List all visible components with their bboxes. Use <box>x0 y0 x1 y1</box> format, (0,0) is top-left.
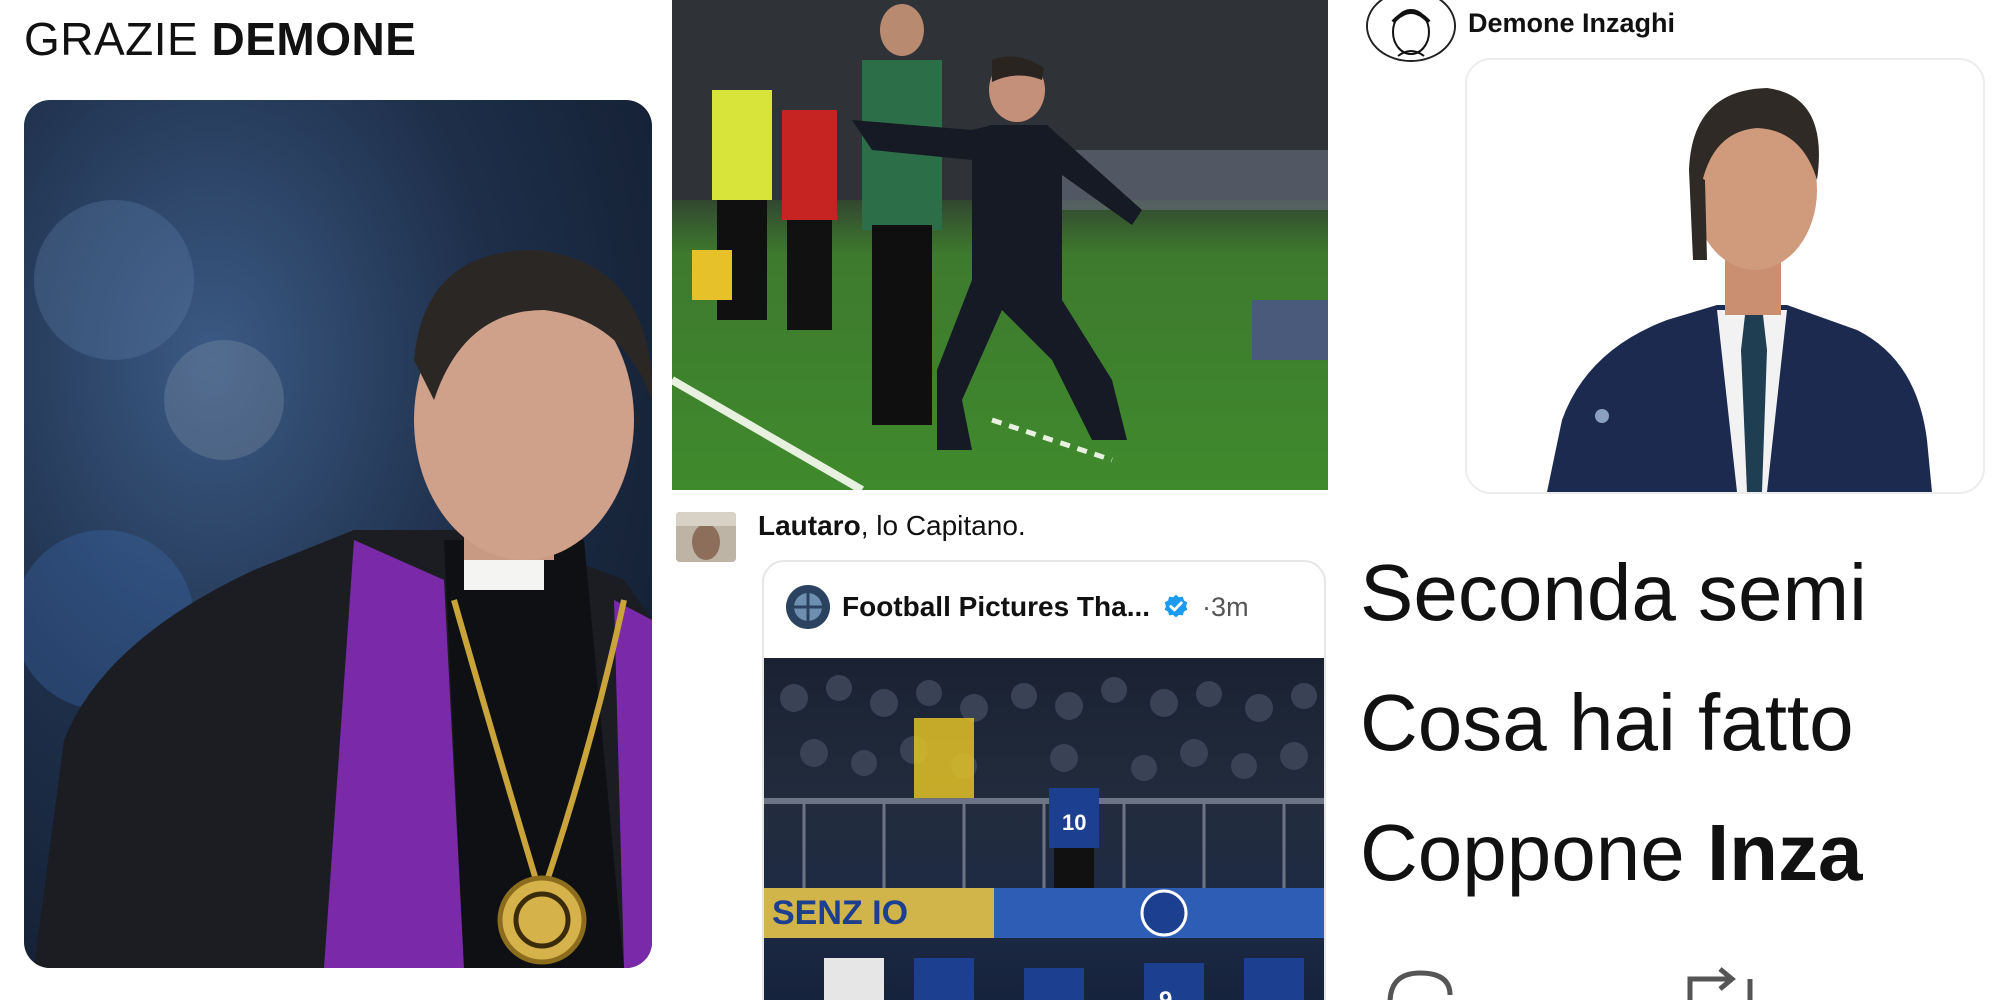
celebration-photo[interactable]: 10 SENZ IO 9 <box>764 658 1324 1000</box>
time-value: 3m <box>1211 591 1249 622</box>
lautaro-post-text: Lautaro, lo Capitano. <box>758 510 1026 542</box>
headline-bold: DEMONE <box>211 13 417 65</box>
text-line-3: Coppone Inza <box>1360 808 1863 897</box>
inzaghi-photo <box>1467 60 1983 492</box>
sideline-photo[interactable] <box>672 0 1328 490</box>
celebration-photo-illustration: 10 SENZ IO 9 <box>764 675 1324 1000</box>
demone-post-text: Seconda semi Cosa hai fatto Coppone Inza <box>1360 528 1867 918</box>
left-post: GRAZIE DEMONE <box>0 0 670 1000</box>
tweet-action-bar <box>1387 967 1753 1000</box>
quoted-timestamp: ·3m <box>1202 592 1249 623</box>
jersey-number-front: 10 <box>1062 810 1086 835</box>
reply-icon[interactable] <box>1387 970 1453 1000</box>
lautaro-author[interactable]: Lautaro <box>758 510 861 541</box>
time-separator: · <box>1202 591 1212 622</box>
lautaro-post: Lautaro, lo Capitano. Football Pictures … <box>672 490 1328 1000</box>
priest-photo[interactable] <box>24 100 652 968</box>
lautaro-avatar[interactable] <box>676 512 736 562</box>
demone-author-name[interactable]: Demone Inzaghi <box>1468 8 1675 39</box>
quoted-tweet-card[interactable]: Football Pictures Tha... ·3m 10 SENZ IO <box>762 560 1326 1000</box>
lautaro-text-rest: , lo Capitano. <box>860 510 1026 541</box>
priest-photo-illustration <box>24 200 652 968</box>
portrait-sketch-icon <box>1368 0 1454 60</box>
retweet-icon[interactable] <box>1687 967 1753 1000</box>
football-pictures-avatar[interactable] <box>786 585 830 629</box>
demone-post: Demone Inzaghi Seconda semi Cosa hai fat… <box>1330 0 2000 1000</box>
demone-avatar[interactable] <box>1366 0 1456 62</box>
verified-badge-icon <box>1164 594 1188 618</box>
quoted-account-name[interactable]: Football Pictures Tha... <box>842 591 1150 623</box>
sideline-photo-illustration <box>672 0 1328 490</box>
post-headline: GRAZIE DEMONE <box>24 12 416 66</box>
stadium-banner: SENZ IO <box>772 894 908 932</box>
avatar-image <box>676 512 736 562</box>
text-line-1: Seconda semi <box>1360 548 1867 637</box>
jersey-number-back: 9 <box>1159 987 1172 1000</box>
quoted-tweet-header: Football Pictures Tha... ·3m <box>786 584 1249 630</box>
globe-icon <box>786 585 830 629</box>
text-line-2: Cosa hai fatto <box>1360 678 1854 767</box>
headline-prefix: GRAZIE <box>24 13 199 65</box>
inzaghi-photo-card[interactable] <box>1465 58 1985 494</box>
